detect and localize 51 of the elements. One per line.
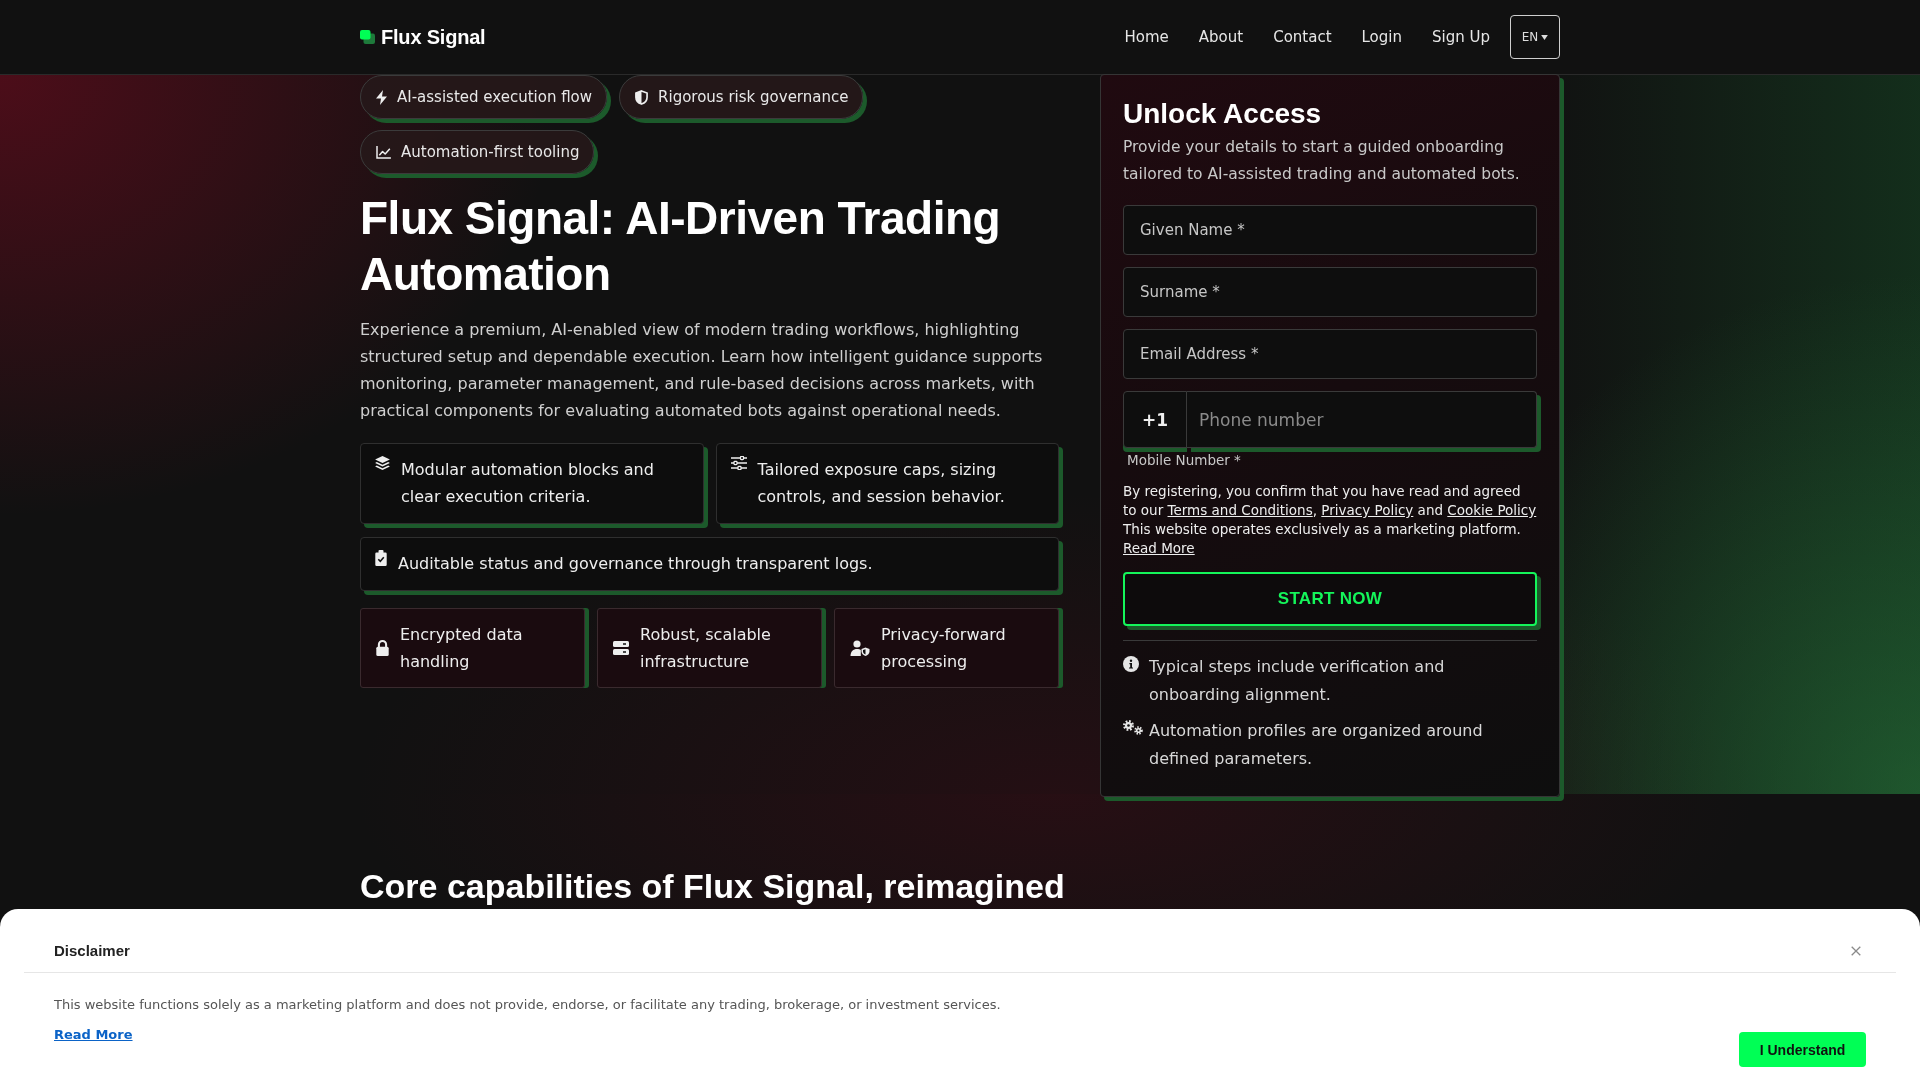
text-link[interactable]: Terms and Conditions: [1167, 502, 1313, 518]
understand-button[interactable]: I Understand: [1739, 1032, 1866, 1067]
language-button[interactable]: EN: [1510, 15, 1560, 59]
shield-icon: [635, 89, 649, 105]
form-title: Unlock Access: [1123, 97, 1323, 131]
input-field[interactable]: Surname *: [1123, 267, 1537, 317]
lock-icon: [376, 640, 389, 656]
text-link[interactable]: Read More: [1123, 540, 1195, 556]
nav-link[interactable]: Contact: [1273, 28, 1332, 46]
chip-label: Rigorous risk governance: [658, 88, 849, 106]
assurance-text: Privacy-forward processing: [881, 624, 1007, 673]
line-chart-icon: [376, 145, 391, 159]
disclaimer-title: Disclaimer: [54, 941, 130, 961]
caret-icon: [1541, 34, 1549, 40]
assurance-text: Encrypted data handling: [400, 624, 524, 673]
feature-text: Auditable status and governance through transparent logs.: [398, 553, 873, 575]
note-text: Automation profiles are organized around defined parameters.: [1149, 720, 1484, 770]
clipboard-check-icon: [375, 550, 387, 566]
hero-description: Experience a premium, AI-enabled view of modern trading workflows, highlighting structured setup and dependable execution. Learn how intelligent guidance supports monitoring, parameter management, and rule-based decisions across markets, with practical components for evaluating automated bots against operational needs.: [360, 319, 1044, 422]
brand-name[interactable]: Flux Signal: [381, 25, 486, 49]
disclaimer-text: This website functions solely as a marketing platform and does not provide, endorse, or facilitate any trading, brokerage, or investment services.: [54, 996, 1001, 1014]
logo-icon: [360, 30, 375, 44]
phone-input-field[interactable]: Phone number: [1187, 391, 1537, 448]
user-shield-icon: [850, 640, 870, 656]
feature-text: Tailored exposure caps, sizing controls, and session behavior.: [757, 459, 1006, 508]
read-more-link[interactable]: Read More: [54, 1026, 133, 1044]
bolt-icon: [376, 89, 387, 105]
text-link[interactable]: Privacy Policy: [1321, 502, 1414, 518]
form-subtitle: Provide your details to start a guided onboarding tailored to AI-assisted trading and automated bots.: [1123, 137, 1521, 185]
nav-link[interactable]: About: [1198, 28, 1244, 46]
nav-link[interactable]: Sign Up: [1432, 28, 1490, 46]
note-text: Typical steps include verification and onboarding alignment.: [1149, 656, 1446, 706]
info-icon: [1123, 656, 1139, 672]
feature-text: Modular automation blocks and clear execution criteria.: [401, 459, 655, 508]
text-link[interactable]: Cookie Policy: [1447, 502, 1537, 518]
nav-link[interactable]: Home: [1124, 28, 1169, 46]
nav-link[interactable]: Login: [1361, 28, 1402, 46]
consent-text: By registering, you confirm that you have read and agreed to our Terms and Conditions, Privacy Policy and Cookie Policy This website operates exclusively as a marketing platform. Read More: [1123, 482, 1537, 558]
hero-title: Flux Signal: AI-Driven Trading Automation: [360, 191, 1002, 302]
sliders-icon: [730, 456, 747, 470]
close-icon: [1851, 946, 1861, 956]
input-field[interactable]: Email Address *: [1123, 329, 1537, 379]
chip-label: AI-assisted execution flow: [397, 88, 593, 106]
layers-icon: [375, 456, 390, 470]
field-label: Mobile Number *: [1127, 451, 1242, 469]
server-icon: [613, 641, 629, 655]
chip-label: Automation-first tooling: [401, 143, 580, 161]
assurance-text: Robust, scalable infrastructure: [640, 624, 772, 673]
gears-icon: [1123, 720, 1143, 735]
section-title: Core capabilities of Flux Signal, reimagined: [360, 866, 1066, 906]
input-field[interactable]: Given Name *: [1123, 205, 1537, 255]
